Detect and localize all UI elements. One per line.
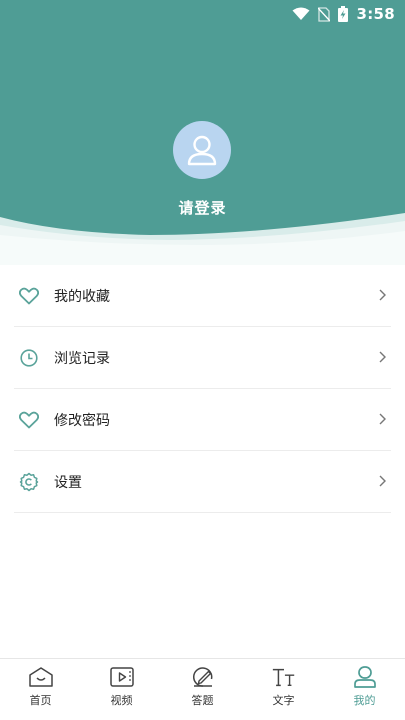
profile-header: 3:58 请登录: [0, 0, 405, 265]
nav-item-home[interactable]: 首页: [0, 659, 81, 720]
nav-item-text[interactable]: 文字: [243, 659, 324, 720]
avatar[interactable]: [173, 121, 231, 179]
nav-item-mine[interactable]: 我的: [324, 659, 405, 720]
menu-item-label: 浏览记录: [54, 350, 110, 367]
chevron-right-icon: [379, 475, 386, 487]
heart-icon: [18, 409, 40, 431]
menu-item-label: 我的收藏: [54, 288, 110, 305]
nav-label: 文字: [272, 694, 295, 707]
nav-label: 首页: [29, 694, 52, 707]
gear-icon: [18, 471, 40, 493]
nav-label: 我的: [353, 694, 376, 707]
chevron-right-icon: [379, 289, 386, 301]
user-avatar-icon: [187, 135, 217, 166]
menu-item-change-password[interactable]: 修改密码: [14, 389, 391, 451]
home-icon: [28, 665, 54, 689]
menu-item-favorites[interactable]: 我的收藏: [14, 265, 391, 327]
chevron-right-icon: [379, 413, 386, 425]
bottom-nav: 首页 视频 答题 文字 我的: [0, 658, 405, 720]
clock-icon: [18, 347, 40, 369]
profile-page: 3:58 请登录 我的收藏 浏览记录 修改密码 设置 首页 视频 答题 文字 我…: [0, 0, 405, 720]
pen-icon: [190, 665, 216, 689]
menu-item-history[interactable]: 浏览记录: [14, 327, 391, 389]
battery-charging-icon: [338, 6, 349, 22]
nav-item-video[interactable]: 视频: [81, 659, 162, 720]
wifi-icon: [292, 7, 310, 21]
menu-list: 我的收藏 浏览记录 修改密码 设置: [0, 265, 405, 513]
text-icon: [271, 665, 297, 689]
menu-item-settings[interactable]: 设置: [14, 451, 391, 513]
menu-item-label: 设置: [54, 474, 82, 491]
nav-label: 视频: [110, 694, 133, 707]
chevron-right-icon: [379, 351, 386, 363]
nav-label: 答题: [191, 694, 214, 707]
no-sim-icon: [318, 6, 331, 22]
header-wave: [0, 213, 405, 265]
nav-item-quiz[interactable]: 答题: [162, 659, 243, 720]
user-icon: [352, 665, 378, 689]
video-icon: [109, 665, 135, 689]
status-bar: 3:58: [0, 0, 405, 28]
status-time: 3:58: [356, 5, 395, 23]
menu-item-label: 修改密码: [54, 412, 110, 429]
heart-icon: [18, 285, 40, 307]
